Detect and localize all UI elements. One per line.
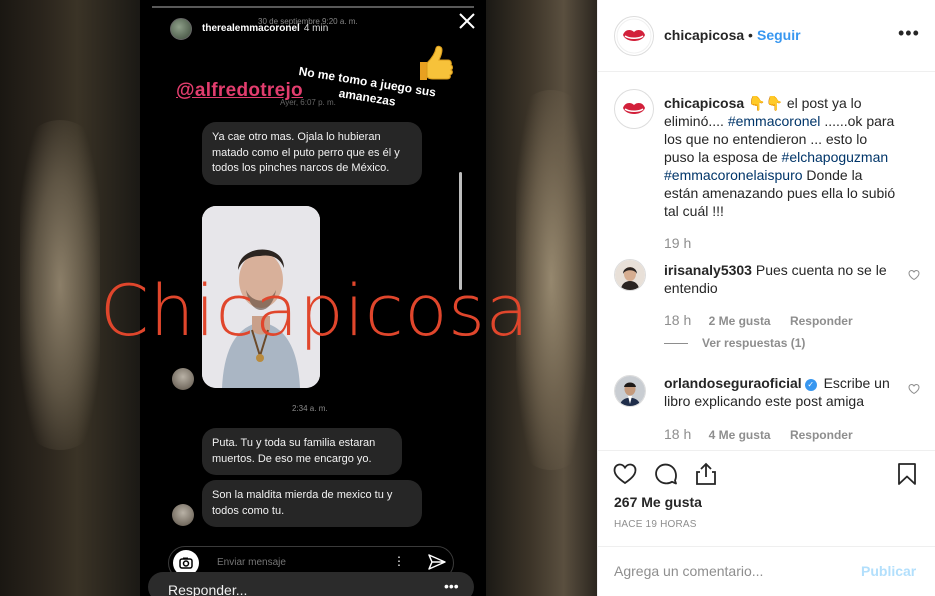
comment-username-2[interactable]: orlandoseguraoficial — [664, 375, 802, 391]
more-options-icon[interactable]: ⋮ — [393, 554, 405, 568]
comment-likes-1[interactable]: 2 Me gusta — [709, 314, 771, 328]
caption-text: chicapicosa 👇👇 el post ya lo eliminó....… — [664, 94, 900, 220]
comment-icon[interactable] — [653, 461, 679, 487]
comment-time-1[interactable]: 18 h — [664, 312, 691, 328]
reply-bar[interactable]: Responder... ••• — [148, 572, 474, 596]
publish-button[interactable]: Publicar — [861, 563, 916, 579]
author-username[interactable]: chicapicosa — [664, 27, 744, 43]
story-yesterday-time: Ayer, 6:07 p. m. — [280, 98, 336, 107]
author-avatar[interactable] — [614, 16, 654, 56]
dm-message-1: Ya cae otro mas. Ojala lo hubieran matad… — [202, 122, 422, 185]
close-icon[interactable] — [456, 10, 478, 32]
comment-meta-2: 18 h 4 Me gusta Responder — [664, 426, 869, 442]
comment-text-1: irisanaly5303 Pues cuenta no se le enten… — [664, 261, 900, 297]
verified-badge-icon: ✓ — [804, 379, 817, 391]
dm-time: 2:34 a. m. — [292, 404, 328, 413]
caption-time[interactable]: 19 h — [664, 235, 691, 251]
comment-username-1[interactable]: irisanaly5303 — [664, 262, 752, 278]
likes-count[interactable]: 267 Me gusta — [614, 494, 702, 510]
reply-input[interactable]: Responder... — [168, 582, 247, 596]
like-icon[interactable] — [612, 461, 638, 487]
comment-text-2: orlandoseguraoficial ✓ Escribe un libro e… — [664, 374, 900, 410]
comment-likes-2[interactable]: 4 Me gusta — [709, 428, 771, 442]
hashtag-emmacoronelaispuro[interactable]: #emmacoronelaispuro — [664, 167, 803, 183]
reply-more-icon[interactable]: ••• — [444, 578, 459, 594]
dm-sender-avatar — [172, 504, 194, 526]
like-comment-icon[interactable] — [908, 269, 920, 281]
story-username: therealemmacoronel 4 min — [202, 23, 328, 34]
message-input[interactable] — [217, 557, 377, 568]
comment-avatar[interactable] — [614, 259, 646, 291]
post-header: chicapicosa • Seguir ••• — [598, 0, 935, 72]
story-time: 4 min — [303, 23, 329, 34]
post-time-ago[interactable]: HACE 19 HORAS — [614, 519, 697, 530]
save-bookmark-icon[interactable] — [894, 461, 920, 487]
share-icon[interactable] — [693, 461, 719, 487]
thumbs-up-icon — [420, 45, 453, 80]
comment-input[interactable] — [614, 563, 844, 579]
replies-line — [664, 343, 688, 345]
hashtag-elchapoguzman[interactable]: #elchapoguzman — [782, 149, 889, 165]
caption-meta: 19 h — [664, 235, 705, 251]
dm-message-3: Son la maldita mierda de mexico tu y tod… — [202, 480, 422, 527]
view-replies-label: Ver respuestas (1) — [702, 336, 806, 350]
like-comment-icon[interactable] — [908, 383, 920, 395]
watermark: Chicapicosa — [100, 270, 530, 352]
caption-avatar[interactable] — [614, 89, 654, 129]
reply-button-2[interactable]: Responder — [790, 428, 853, 442]
send-icon[interactable] — [426, 551, 448, 573]
dm-sender-avatar — [172, 368, 194, 390]
caption-emojis: 👇👇 — [748, 95, 783, 111]
follow-button[interactable]: Seguir — [757, 27, 801, 43]
view-replies-button[interactable]: Ver respuestas (1) — [664, 336, 805, 350]
comment-avatar[interactable] — [614, 375, 646, 407]
post-side-panel: chicapicosa • Seguir ••• chicapicosa 👇👇 … — [597, 0, 935, 596]
story-avatar — [170, 18, 192, 40]
dm-message-2: Puta. Tu y toda su familia estaran muert… — [202, 428, 402, 475]
separator-dot: • — [748, 27, 753, 43]
post-actions: 267 Me gusta HACE 19 HORAS — [598, 450, 935, 546]
add-comment-bar: Publicar — [598, 546, 935, 596]
comments-list[interactable]: chicapicosa 👇👇 el post ya lo eliminó....… — [598, 73, 935, 450]
caption-username[interactable]: chicapicosa — [664, 95, 744, 111]
hashtag-emmacoronel[interactable]: #emmacoronel — [728, 113, 821, 129]
story-progress-bar — [152, 6, 474, 8]
story-username-text: therealemmacoronel — [202, 23, 300, 34]
more-options-button[interactable]: ••• — [898, 23, 920, 44]
post-media[interactable]: 30 de septiembre 9:20 a. m. therealemmac… — [0, 0, 597, 596]
comment-time-2[interactable]: 18 h — [664, 426, 691, 442]
comment-meta-1: 18 h 2 Me gusta Responder — [664, 312, 869, 328]
reply-button-1[interactable]: Responder — [790, 314, 853, 328]
